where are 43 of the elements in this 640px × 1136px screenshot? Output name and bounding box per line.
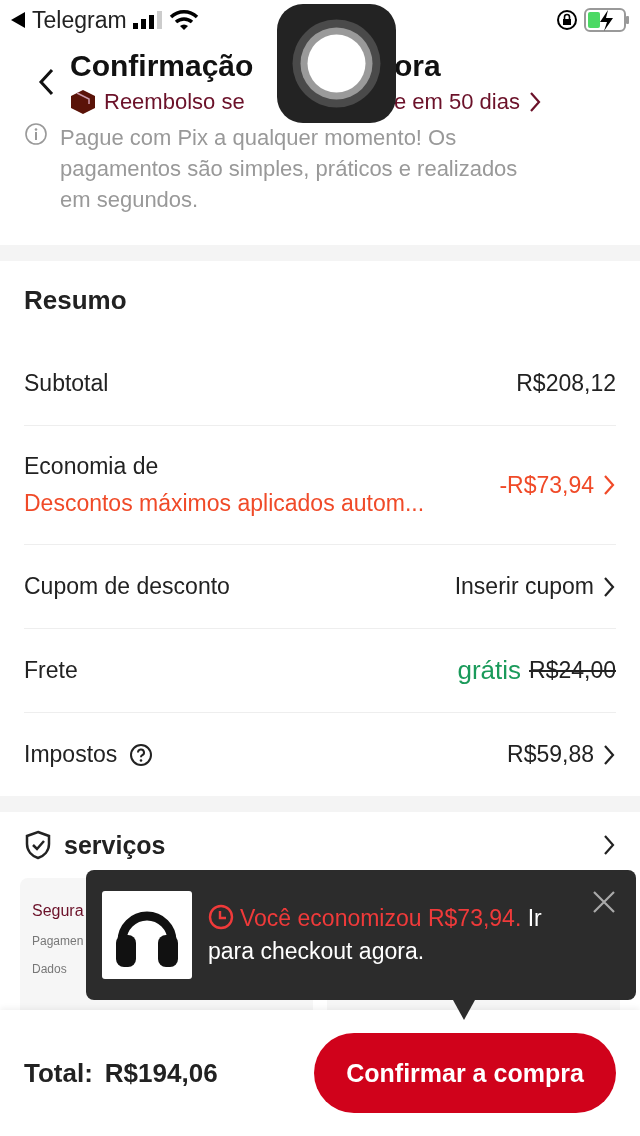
help-icon[interactable] bbox=[129, 742, 154, 767]
rotation-lock-icon bbox=[556, 9, 578, 31]
refund-notice[interactable]: e em 50 dias bbox=[394, 86, 520, 118]
pointer-tail bbox=[453, 1000, 475, 1020]
chevron-right-icon bbox=[527, 90, 542, 114]
pix-info-text: Pague com Pix a qualquer momento! Os pagamentos são simples, práticos e realizados em segundos. bbox=[60, 124, 519, 214]
free-shipping-label: grátis bbox=[457, 655, 522, 686]
wifi-icon bbox=[168, 9, 199, 31]
back-chevron-icon[interactable] bbox=[38, 68, 54, 96]
signal-icon bbox=[132, 11, 163, 29]
section-title: serviços bbox=[64, 830, 167, 860]
row-value[interactable]: R$59,88 bbox=[507, 741, 594, 768]
row-label: Frete bbox=[24, 657, 78, 684]
row-value[interactable]: Inserir cupom bbox=[454, 573, 594, 600]
card-title: Segura bbox=[32, 902, 84, 920]
battery-charging-icon bbox=[584, 8, 630, 32]
row-value[interactable]: -R$73,94 bbox=[499, 471, 594, 499]
total-label: Total: bbox=[24, 1057, 93, 1089]
page-title: ora bbox=[394, 48, 441, 84]
close-icon[interactable] bbox=[592, 890, 616, 914]
row-label: Economia de bbox=[24, 453, 160, 480]
confirm-purchase-button[interactable]: Confirmar a compra bbox=[314, 1033, 616, 1113]
page-title: Confirmação bbox=[70, 48, 254, 84]
refund-notice[interactable]: Reembolso se bbox=[104, 86, 245, 118]
row-label: Subtotal bbox=[24, 370, 109, 397]
row-label: Cupom de desconto bbox=[24, 573, 230, 600]
savings-message[interactable]: Você economizou R$73,94. Ir para checkout agora. bbox=[208, 902, 590, 968]
back-arrow-icon[interactable] bbox=[10, 11, 26, 29]
info-icon bbox=[24, 122, 48, 146]
section-title: Resumo bbox=[24, 284, 128, 317]
clock-icon bbox=[208, 904, 234, 930]
discount-note: Descontos máximos aplicados autom... bbox=[24, 490, 425, 517]
card-line: Dados bbox=[32, 962, 67, 976]
total-amount: R$194,06 bbox=[104, 1057, 218, 1089]
back-app-label[interactable]: Telegram bbox=[32, 6, 127, 34]
card-line: Pagamen bbox=[32, 934, 84, 948]
savings-toast[interactable]: Você economizou R$73,94. Ir para checkout agora. bbox=[86, 870, 636, 1000]
shield-check-icon bbox=[24, 830, 52, 860]
original-price: R$24,00 bbox=[529, 657, 616, 684]
row-value: R$208,12 bbox=[516, 370, 616, 397]
package-icon bbox=[70, 89, 96, 115]
row-label: Impostos bbox=[24, 741, 118, 768]
assistive-touch-button[interactable] bbox=[277, 4, 396, 123]
